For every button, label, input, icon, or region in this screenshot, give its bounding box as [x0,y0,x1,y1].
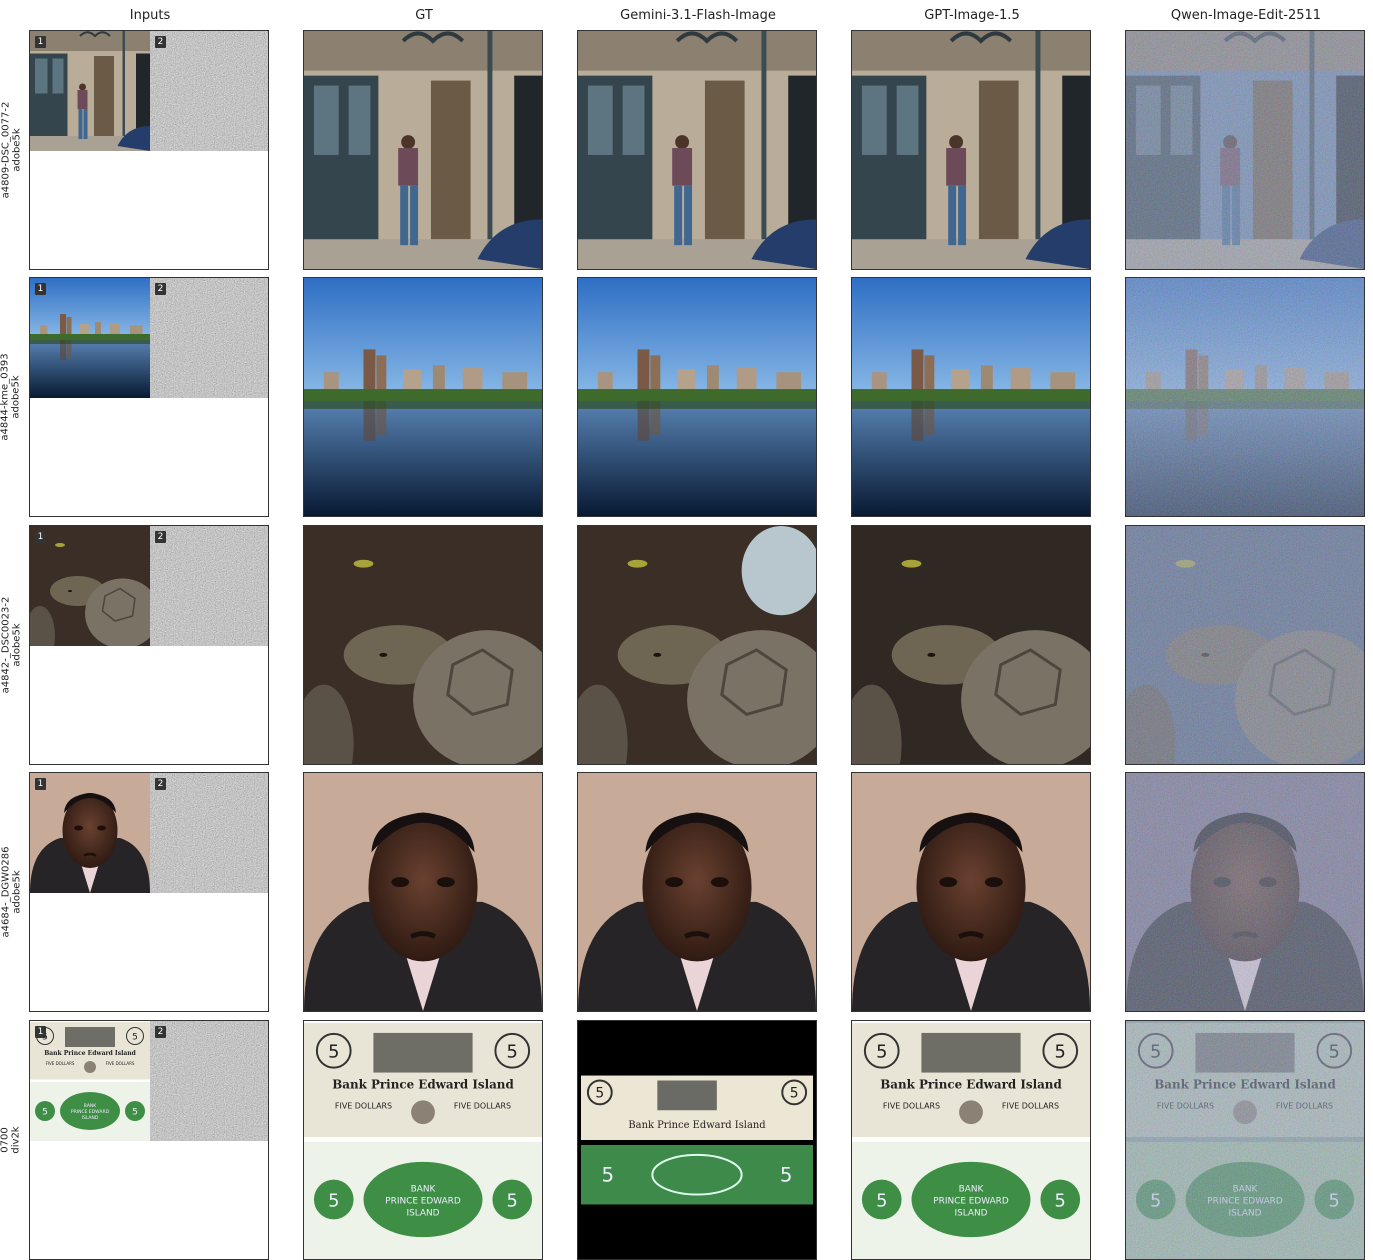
panel-gemini-row-5: 5 5 Bank Prince Edward Island 5 5 [577,1020,817,1260]
row-id: a4844-kme_0393 [0,353,12,441]
input-noise-image-2 [150,773,268,893]
input-noise-image-2 [150,278,268,398]
svg-text:ISLAND: ISLAND [954,1208,987,1218]
svg-text:5: 5 [328,1042,339,1063]
panel-gpt-row-2 [851,277,1091,517]
svg-text:5: 5 [780,1164,793,1187]
svg-text:PRINCE EDWARD: PRINCE EDWARD [71,1109,110,1115]
panel-inputs-row-3: 12 [29,525,269,765]
svg-text:5: 5 [132,1033,138,1043]
input-image-1 [30,278,150,398]
panel-gemini-row-4 [577,772,817,1012]
svg-text:5: 5 [507,1190,518,1211]
input-badge-2: 2 [155,1026,166,1038]
panel-qwen-row-5: 5 5 Bank Prince Edward Island FIVE DOLLA… [1125,1020,1365,1260]
svg-text:5: 5 [601,1164,614,1187]
svg-text:Bank Prince Edward Island: Bank Prince Edward Island [44,1050,136,1057]
panel-qwen-row-1 [1125,30,1365,270]
column-header-gemini: Gemini-3.1-Flash-Image [620,8,776,23]
panel-inputs-row-4: 12 [29,772,269,1012]
row-dataset: adobe5k [11,623,23,667]
input-badge-1: 1 [35,531,46,543]
row-label-3: a4842-_DSC0023-2 adobe5k [0,525,22,765]
input-image-1 [30,526,150,646]
svg-text:5: 5 [595,1085,604,1101]
column-header-gt: GT [415,8,433,23]
input-badge-1: 1 [35,283,46,295]
svg-text:Bank Prince Edward Island: Bank Prince Edward Island [880,1077,1062,1091]
panel-gt-row-2 [303,277,543,517]
svg-text:BANK: BANK [411,1185,437,1195]
svg-text:5: 5 [876,1042,887,1063]
row-dataset: adobe5k [11,870,23,914]
svg-text:5: 5 [42,1108,48,1118]
row-dataset: div2k [11,1126,23,1154]
svg-text:Bank Prince Edward Island: Bank Prince Edward Island [332,1077,514,1091]
panel-inputs-row-2: 12 [29,277,269,517]
panel-gpt-row-4 [851,772,1091,1012]
input-badge-1: 1 [35,36,46,48]
input-badge-2: 2 [155,778,166,790]
panel-qwen-row-4 [1125,772,1365,1012]
panel-gemini-row-1 [577,30,817,270]
input-noise-image-2 [150,31,268,151]
svg-text:PRINCE EDWARD: PRINCE EDWARD [385,1196,461,1206]
svg-text:BANK: BANK [84,1103,98,1109]
panel-gt-row-3 [303,525,543,765]
row-id: a4809-DSC_0077-2 [0,101,12,199]
row-id: 0700 [0,1127,12,1153]
svg-text:5: 5 [132,1108,138,1118]
panel-gpt-row-3 [851,525,1091,765]
row-label-1: a4809-DSC_0077-2 adobe5k [0,30,22,270]
input-badge-2: 2 [155,531,166,543]
svg-text:FIVE DOLLARS: FIVE DOLLARS [335,1101,392,1110]
row-label-5: 0700 div2k [0,1020,22,1260]
svg-text:PRINCE EDWARD: PRINCE EDWARD [933,1196,1009,1206]
svg-text:5: 5 [1055,1190,1066,1211]
input-badge-1: 1 [35,778,46,790]
input-badge-1: 1 [35,1026,46,1038]
input-image-1 [30,31,150,151]
row-dataset: adobe5k [11,128,23,172]
panel-gpt-row-5: 5 5 Bank Prince Edward Island FIVE DOLLA… [851,1020,1091,1260]
svg-text:Bank Prince Edward Island: Bank Prince Edward Island [628,1120,766,1131]
panel-gt-row-1 [303,30,543,270]
panel-gt-row-5: 5 5 Bank Prince Edward Island FIVE DOLLA… [303,1020,543,1260]
svg-text:FIVE DOLLARS: FIVE DOLLARS [106,1061,135,1066]
input-image-1 [30,773,150,893]
input-noise-image-2 [150,1021,268,1141]
svg-text:ISLAND: ISLAND [406,1208,439,1218]
svg-text:5: 5 [1055,1042,1066,1063]
svg-text:FIVE DOLLARS: FIVE DOLLARS [454,1101,511,1110]
svg-text:5: 5 [507,1042,518,1063]
row-id: a4684-_DGW0286 [0,846,12,938]
input-image-1: 5 5 Bank Prince Edward Island FIVE DOLLA… [30,1021,150,1141]
input-badge-2: 2 [155,36,166,48]
panel-gemini-row-2 [577,277,817,517]
column-header-gpt: GPT-Image-1.5 [924,8,1020,23]
panel-inputs-row-1: 12 [29,30,269,270]
svg-text:FIVE DOLLARS: FIVE DOLLARS [883,1101,940,1110]
svg-text:5: 5 [328,1190,339,1211]
input-badge-2: 2 [155,283,166,295]
panel-qwen-row-3 [1125,525,1365,765]
input-noise-image-2 [150,526,268,646]
panel-qwen-row-2 [1125,277,1365,517]
row-id: a4842-_DSC0023-2 [0,596,12,694]
svg-text:BANK: BANK [959,1185,985,1195]
panel-gpt-row-1 [851,30,1091,270]
svg-text:ISLAND: ISLAND [82,1115,99,1121]
svg-text:5: 5 [876,1190,887,1211]
svg-text:5: 5 [790,1085,799,1101]
row-label-4: a4684-_DGW0286 adobe5k [0,772,22,1012]
svg-text:FIVE DOLLARS: FIVE DOLLARS [46,1061,75,1066]
panel-inputs-row-5: 5 5 Bank Prince Edward Island FIVE DOLLA… [29,1020,269,1260]
panel-gemini-row-3 [577,525,817,765]
column-header-qwen: Qwen-Image-Edit-2511 [1170,8,1322,23]
row-dataset: adobe5k [11,375,23,419]
row-label-2: a4844-kme_0393 adobe5k [0,277,22,517]
panel-gt-row-4 [303,772,543,1012]
svg-text:FIVE DOLLARS: FIVE DOLLARS [1002,1101,1059,1110]
column-header-inputs: Inputs [129,8,171,23]
